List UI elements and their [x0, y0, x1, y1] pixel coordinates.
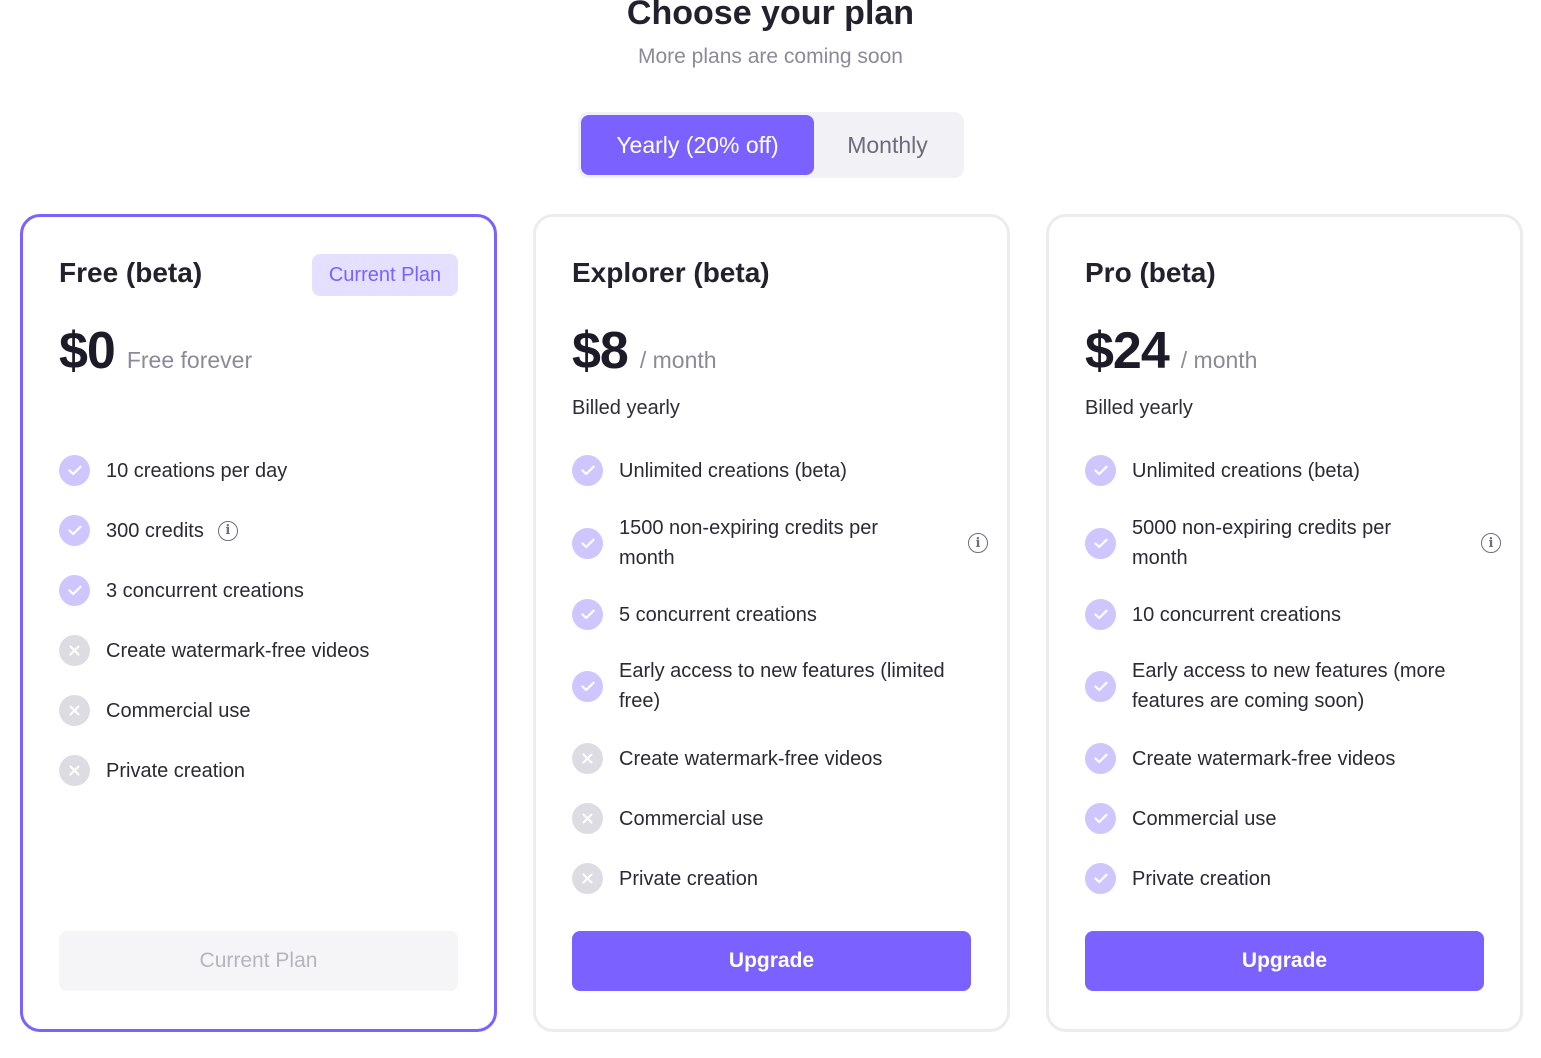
feature-text: 5 concurrent creations	[619, 603, 817, 626]
current-plan-badge: Current Plan	[312, 254, 458, 296]
billing-toggle: Yearly (20% off) Monthly	[578, 112, 964, 178]
plan-period: Free forever	[126, 347, 253, 373]
page-title: Choose your plan	[626, 0, 915, 32]
feature-item: 1500 non-expiring credits per month i	[572, 513, 988, 573]
price-row: $0 Free forever	[59, 321, 252, 381]
feature-text: 10 creations per day	[106, 459, 288, 482]
plan-price: $0	[59, 322, 116, 380]
billing-note: Billed yearly	[572, 397, 680, 419]
feature-text: Unlimited creations (beta)	[619, 459, 847, 482]
check-icon	[1085, 670, 1116, 702]
plan-price: $8	[572, 322, 629, 380]
plan-card-free: Free (beta) Current Plan $0 Free forever…	[20, 214, 497, 1032]
check-icon	[572, 455, 603, 486]
page-subtitle: More plans are coming soon	[638, 45, 903, 68]
cross-icon	[572, 743, 603, 774]
info-icon[interactable]: i	[968, 533, 988, 553]
feature-item: Early access to new features (more featu…	[1085, 656, 1501, 716]
plan-card-explorer: Explorer (beta) $8 / month Billed yearly…	[533, 214, 1010, 1032]
plan-period: / month	[639, 347, 717, 373]
feature-text: Commercial use	[106, 699, 251, 722]
feature-text: Early access to new features (more featu…	[1132, 660, 1446, 712]
check-icon	[1085, 599, 1116, 630]
upgrade-button[interactable]: Upgrade	[572, 931, 971, 991]
feature-item: Private creation	[1085, 863, 1501, 894]
feature-item: Commercial use	[59, 695, 475, 726]
plan-name: Free (beta)	[59, 257, 203, 288]
plan-price: $24	[1085, 322, 1170, 380]
feature-item: 3 concurrent creations	[59, 575, 475, 606]
billing-monthly-option[interactable]: Monthly	[814, 115, 961, 175]
feature-item: 10 concurrent creations	[1085, 599, 1501, 630]
check-icon	[572, 670, 603, 702]
feature-item: Create watermark-free videos	[1085, 743, 1501, 774]
check-icon	[1085, 455, 1116, 486]
feature-item: Private creation	[572, 863, 988, 894]
plan-period: / month	[1180, 347, 1258, 373]
feature-text: Private creation	[619, 867, 758, 890]
info-icon[interactable]: i	[1481, 533, 1501, 553]
feature-text: Create watermark-free videos	[106, 639, 370, 662]
check-icon	[572, 527, 603, 559]
billing-note: Billed yearly	[1085, 397, 1193, 419]
check-icon	[59, 515, 90, 546]
price-row: $24 / month	[1085, 321, 1257, 381]
feature-item: 5 concurrent creations	[572, 599, 988, 630]
plan-name: Explorer (beta)	[572, 257, 770, 288]
check-icon	[572, 599, 603, 630]
cross-icon	[59, 695, 90, 726]
check-icon	[1085, 803, 1116, 834]
feature-text: Unlimited creations (beta)	[1132, 459, 1360, 482]
feature-text: 3 concurrent creations	[106, 579, 304, 602]
feature-text: Commercial use	[1132, 807, 1277, 830]
cross-icon	[59, 755, 90, 786]
feature-item: Commercial use	[572, 803, 988, 834]
info-icon[interactable]: i	[217, 520, 238, 541]
cross-icon	[59, 635, 90, 666]
feature-text: 300 credits	[106, 519, 204, 542]
feature-item: 5000 non-expiring credits per month i	[1085, 513, 1501, 573]
check-icon	[1085, 743, 1116, 774]
feature-item: Create watermark-free videos	[572, 743, 988, 774]
feature-text: 10 concurrent creations	[1132, 603, 1342, 626]
feature-item: 300 credits i	[59, 515, 475, 546]
current-plan-button: Current Plan	[59, 931, 458, 991]
price-row: $8 / month	[572, 321, 717, 381]
feature-item: 10 creations per day	[59, 455, 475, 486]
feature-item: Unlimited creations (beta)	[572, 455, 988, 486]
feature-text: Create watermark-free videos	[619, 747, 883, 770]
feature-text: Private creation	[106, 759, 245, 782]
feature-text: Private creation	[1132, 867, 1271, 890]
feature-text: Commercial use	[619, 807, 764, 830]
plan-card-pro: Pro (beta) $24 / month Billed yearly Unl…	[1046, 214, 1523, 1032]
feature-item: Unlimited creations (beta)	[1085, 455, 1501, 486]
feature-item: Private creation	[59, 755, 475, 786]
feature-text: 5000 non-expiring credits per month	[1132, 517, 1392, 569]
cross-icon	[572, 803, 603, 834]
plan-name: Pro (beta)	[1085, 257, 1216, 288]
feature-text: Create watermark-free videos	[1132, 747, 1396, 770]
feature-item: Early access to new features (limited fr…	[572, 656, 988, 716]
cross-icon	[572, 863, 603, 894]
feature-text: Early access to new features (limited fr…	[619, 660, 945, 712]
check-icon	[59, 455, 90, 486]
upgrade-button[interactable]: Upgrade	[1085, 931, 1484, 991]
feature-item: Commercial use	[1085, 803, 1501, 834]
feature-text: 1500 non-expiring credits per month	[619, 517, 879, 569]
check-icon	[1085, 527, 1116, 559]
billing-yearly-option[interactable]: Yearly (20% off)	[581, 115, 814, 175]
check-icon	[1085, 863, 1116, 894]
feature-item: Create watermark-free videos	[59, 635, 475, 666]
check-icon	[59, 575, 90, 606]
